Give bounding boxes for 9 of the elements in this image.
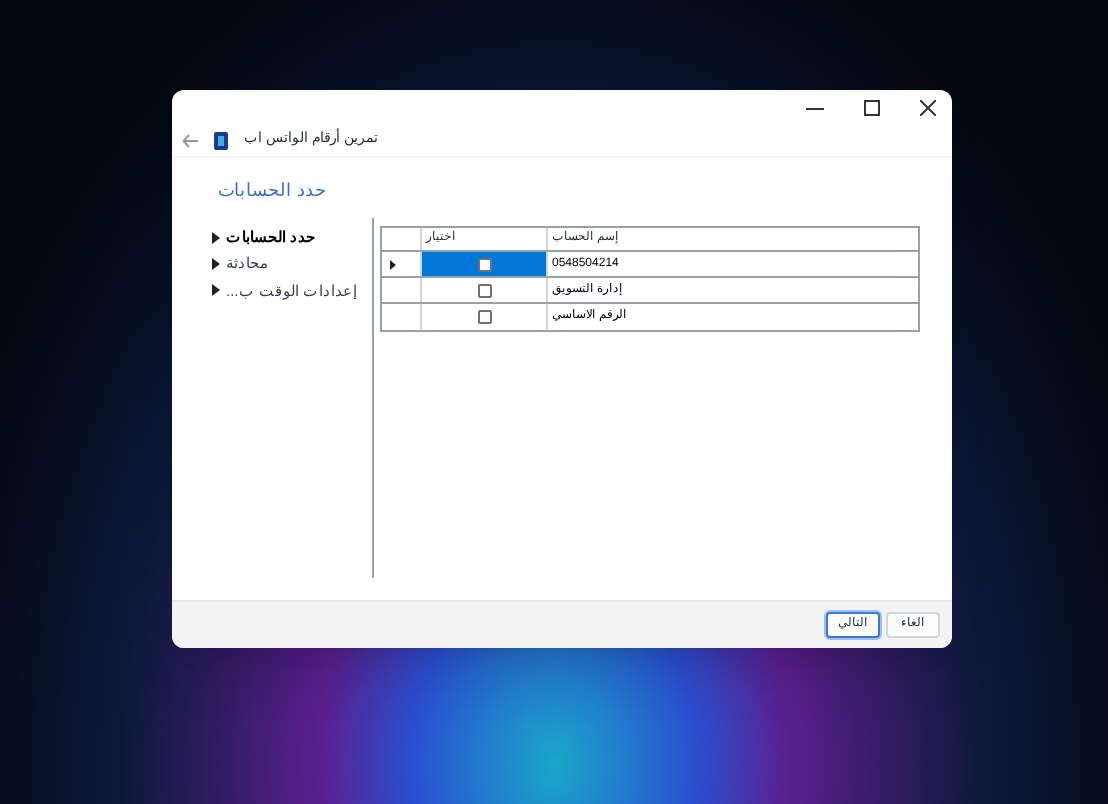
page-heading: حدد الحسابات: [216, 178, 328, 204]
back-arrow-icon[interactable]: [182, 134, 198, 148]
app-icon: [214, 132, 228, 150]
checkbox[interactable]: [477, 310, 491, 324]
checkbox[interactable]: [477, 257, 491, 271]
maximize-icon[interactable]: [864, 100, 880, 116]
checkbox[interactable]: [477, 283, 491, 297]
expand-triangle-icon[interactable]: [212, 284, 220, 297]
close-icon[interactable]: [920, 100, 936, 116]
